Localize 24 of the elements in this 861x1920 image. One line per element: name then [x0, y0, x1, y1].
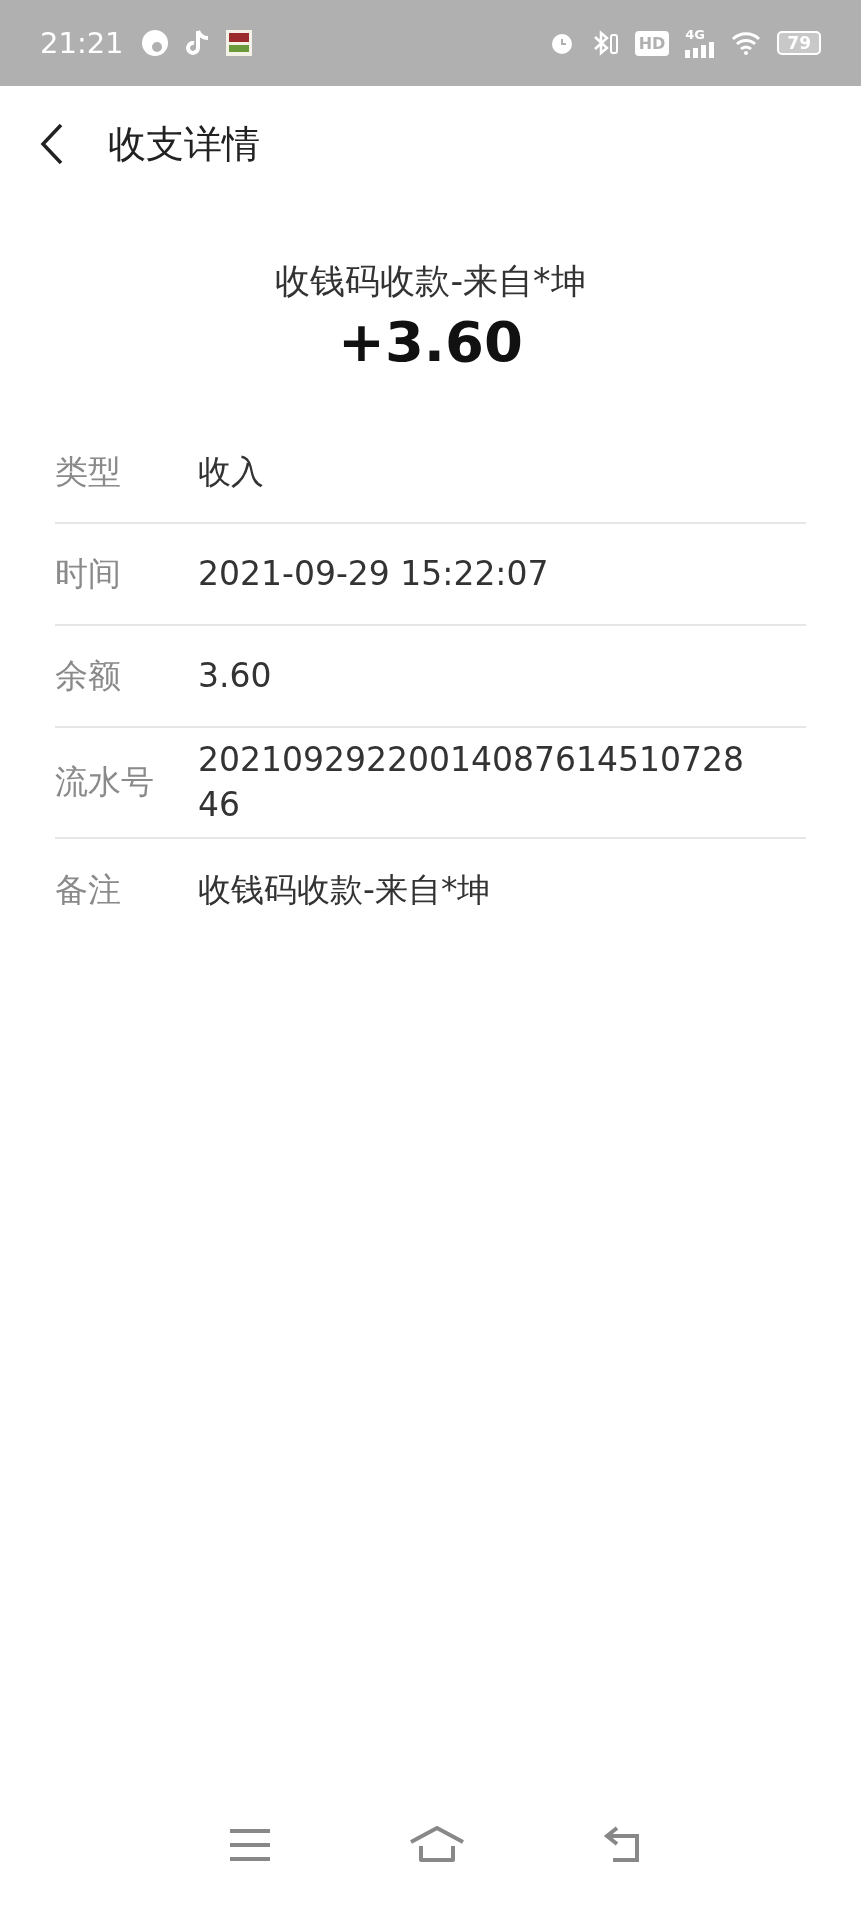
hd-badge: HD: [634, 30, 670, 56]
detail-label: 时间: [55, 552, 122, 595]
wifi-icon: [731, 31, 762, 55]
app-icon: [139, 28, 170, 58]
app-icon: [225, 30, 252, 56]
signal-icon: [685, 42, 716, 58]
detail-label: 余额: [55, 654, 122, 697]
detail-value: 3.60: [198, 654, 273, 697]
detail-label: 类型: [55, 450, 122, 493]
network-type: 4G: [685, 28, 706, 41]
detail-value: 收入: [198, 450, 265, 493]
status-time: 21:21: [40, 26, 124, 60]
transaction-title: 收钱码收款-来自*坤: [275, 260, 586, 303]
detail-value: 2021-09-29 15:22:07: [198, 552, 550, 595]
back-icon[interactable]: [40, 123, 64, 165]
detail-value: 收钱码收款-来自*坤: [198, 868, 492, 911]
page-title: 收支详情: [108, 120, 260, 168]
home-icon[interactable]: [408, 1826, 467, 1864]
music-note-icon: [185, 29, 210, 57]
detail-label: 备注: [55, 868, 122, 911]
detail-value: 2021092922001408761451072846: [198, 739, 745, 826]
detail-label: 流水号: [55, 761, 155, 804]
transaction-amount: +3.60: [337, 309, 524, 374]
menu-icon[interactable]: [228, 1828, 273, 1862]
